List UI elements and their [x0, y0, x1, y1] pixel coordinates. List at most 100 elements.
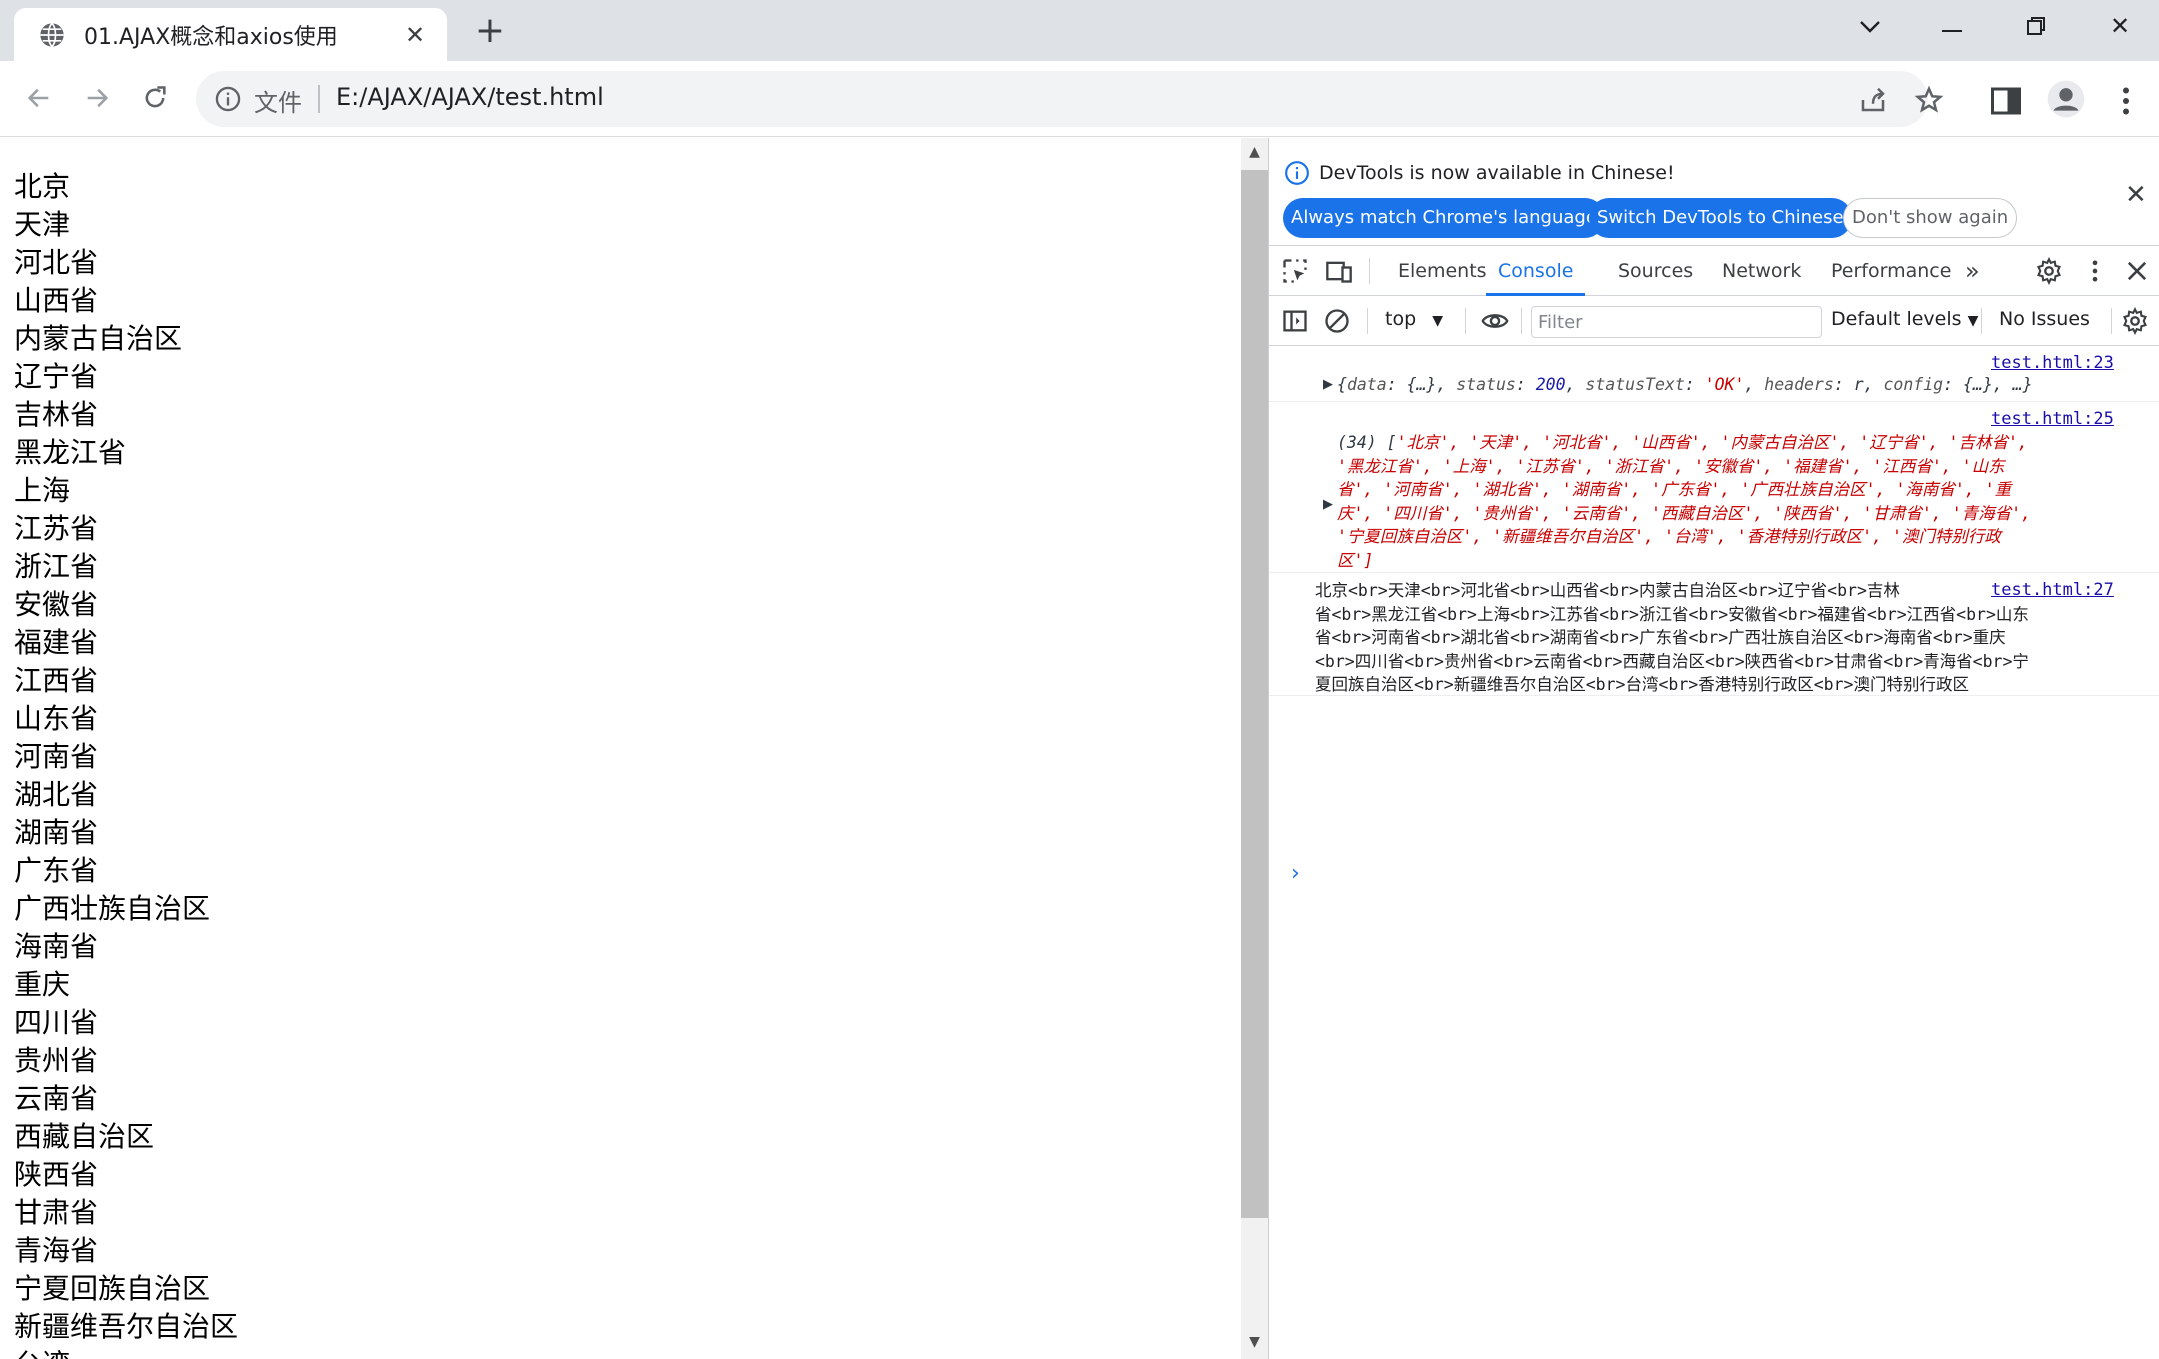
log-line: 北京<br>天津<br>河北省<br>山西省<br>内蒙古自治区<br>辽宁省<… — [1315, 581, 1900, 600]
tab-performance[interactable]: Performance — [1831, 246, 1951, 296]
expand-triangle-icon[interactable]: ▶ — [1323, 377, 1333, 392]
reload-icon[interactable] — [132, 75, 178, 121]
obj-close: …} — [2012, 375, 2033, 394]
source-link[interactable]: test.html:25 — [1991, 409, 2114, 429]
switch-to-chinese-button[interactable]: Switch DevTools to Chinese — [1589, 198, 1852, 238]
source-link[interactable]: test.html:23 — [1991, 353, 2114, 373]
close-devtools-icon[interactable] — [2123, 257, 2151, 285]
log-levels-value: Default levels — [1831, 308, 1962, 330]
province-item: 江西省 — [14, 664, 99, 697]
page-viewport: 北京 天津 河北省 山西省 内蒙古自治区 辽宁省 吉林省 黑龙江省 上海 江苏省 浙江省 安徽省 福建省… — [0, 138, 1241, 1359]
context-selector[interactable]: top ▼ — [1385, 308, 1443, 330]
sidebar-toggle-icon[interactable] — [1281, 307, 1309, 335]
page-scrollbar-thumb[interactable] — [1241, 170, 1268, 1218]
value-data: {…} — [1406, 375, 1437, 394]
obj-open: { — [1337, 375, 1347, 394]
url-text[interactable]: E:/AJAX/AJAX/test.html — [336, 83, 604, 111]
province-item: 陕西省 — [14, 1158, 99, 1191]
province-item: 山东省 — [14, 702, 99, 735]
info-icon — [1285, 161, 1309, 185]
device-toolbar-icon[interactable] — [1325, 257, 1353, 285]
inspect-element-icon[interactable] — [1281, 257, 1309, 285]
omnibox-divider — [318, 85, 320, 113]
profile-avatar-icon[interactable] — [2046, 79, 2086, 119]
province-item: 山西省 — [14, 284, 99, 317]
back-arrow-icon[interactable] — [16, 75, 62, 121]
address-bar[interactable]: 文件 E:/AJAX/AJAX/test.html — [196, 71, 1944, 127]
console-filter-input[interactable] — [1531, 306, 1822, 338]
key-headers: headers — [1764, 375, 1834, 394]
always-match-language-button[interactable]: Always match Chrome's language — [1283, 198, 1605, 238]
province-item: 宁夏回族自治区 — [14, 1272, 211, 1305]
province-item: 上海 — [14, 474, 71, 507]
browser-menu-icon[interactable] — [2108, 83, 2144, 119]
toolbar-separator — [1981, 308, 1982, 334]
province-item: 青海省 — [14, 1234, 99, 1267]
browser-tab[interactable]: 01.AJAX概念和axios使用 ✕ — [14, 8, 447, 61]
province-item: 江苏省 — [14, 512, 99, 545]
devtools-panel: DevTools is now available in Chinese! Al… — [1268, 138, 2159, 1359]
value-config: {…} — [1962, 375, 1993, 394]
settings-gear-icon[interactable] — [2035, 257, 2063, 285]
toolbar-separator — [1521, 308, 1522, 334]
log-line: 省<br>黑龙江省<br>上海<br>江苏省<br>浙江省<br>安徽省<br>… — [1315, 604, 2029, 624]
console-prompt-icon[interactable]: › — [1291, 861, 1300, 886]
live-expression-eye-icon[interactable] — [1479, 307, 1511, 335]
province-item: 河北省 — [14, 246, 99, 279]
province-item: 浙江省 — [14, 550, 99, 583]
province-array[interactable]: (34) ['北京', '天津', '河北省', '山西省', '内蒙古自治区'… — [1337, 431, 2137, 572]
context-value: top — [1385, 308, 1417, 330]
minimize-icon[interactable] — [1922, 8, 1982, 44]
issues-button[interactable]: No Issues — [1999, 308, 2090, 330]
devtools-menu-icon[interactable] — [2081, 257, 2109, 285]
province-item: 天津 — [14, 208, 71, 241]
province-item: 重庆 — [14, 968, 71, 1001]
window-close-icon[interactable]: ✕ — [2090, 8, 2150, 44]
side-panel-icon[interactable] — [1988, 83, 2024, 119]
globe-icon — [40, 22, 64, 47]
new-tab-button[interactable]: + — [470, 12, 510, 52]
response-object[interactable]: {data: {…}, status: 200, statusText: 'OK… — [1337, 373, 2033, 397]
province-item: 台湾 — [14, 1346, 238, 1359]
tab-search-chevron-icon[interactable] — [1840, 8, 1900, 44]
info-icon[interactable] — [214, 85, 242, 113]
share-icon[interactable] — [1858, 85, 1888, 115]
array-line: 省', '河南省', '湖北省', '湖南省', '广东省', '广西壮族自治区… — [1337, 480, 2012, 499]
province-item: 海南省 — [14, 930, 99, 963]
tab-console[interactable]: Console — [1486, 246, 1586, 296]
key-status: status — [1456, 375, 1516, 394]
restore-icon[interactable] — [2006, 8, 2066, 44]
tab-elements[interactable]: Elements — [1398, 246, 1487, 296]
clear-console-icon[interactable] — [1323, 307, 1351, 335]
array-line: 区'] — [1337, 550, 1374, 570]
security-label: 文件 — [254, 89, 302, 117]
infobar-message: DevTools is now available in Chinese! — [1319, 162, 1675, 184]
forward-arrow-icon[interactable] — [74, 75, 120, 121]
dont-show-again-button[interactable]: Don't show again — [1843, 198, 2018, 238]
close-infobar-icon[interactable]: ✕ — [2125, 180, 2147, 210]
close-tab-icon[interactable]: ✕ — [401, 21, 429, 49]
province-item: 贵州省 — [14, 1044, 99, 1077]
console-message: test.html:27 北京<br>天津<br>河北省<br>山西省<br>内… — [1269, 574, 2159, 696]
scroll-down-icon[interactable]: ▼ — [1241, 1330, 1268, 1354]
log-levels-dropdown[interactable]: Default levels ▼ — [1831, 308, 1978, 330]
tab-network[interactable]: Network — [1722, 246, 1801, 296]
console-settings-gear-icon[interactable] — [2121, 307, 2149, 335]
console-output: test.html:23 ▶ {data: {…}, status: 200, … — [1269, 347, 2159, 1359]
expand-triangle-icon[interactable]: ▶ — [1323, 497, 1333, 512]
more-tabs-icon[interactable]: » — [1965, 246, 1980, 296]
log-line: 夏回族自治区<br>新疆维吾尔自治区<br>台湾<br>香港特别行政区<br>澳… — [1315, 675, 1969, 694]
devtools-tab-bar: Elements Console Sources Network Perform… — [1269, 246, 2159, 296]
tab-sources[interactable]: Sources — [1618, 246, 1693, 296]
key-data: data — [1346, 375, 1387, 394]
province-item: 吉林省 — [14, 398, 99, 431]
key-statustext: statusText — [1585, 375, 1685, 394]
toolbar-separator — [1367, 308, 1368, 334]
console-toolbar: top ▼ Default levels ▼ No Issues — [1269, 296, 2159, 346]
log-line: <br>四川省<br>贵州省<br>云南省<br>西藏自治区<br>陕西省<br… — [1315, 651, 2029, 671]
scroll-up-icon[interactable]: ▲ — [1241, 140, 1268, 164]
toolbar-separator — [1369, 258, 1370, 284]
province-item: 安徽省 — [14, 588, 99, 621]
console-message: test.html:25 ▶ (34) ['北京', '天津', '河北省', … — [1269, 403, 2159, 573]
bookmark-star-icon[interactable] — [1914, 85, 1944, 115]
